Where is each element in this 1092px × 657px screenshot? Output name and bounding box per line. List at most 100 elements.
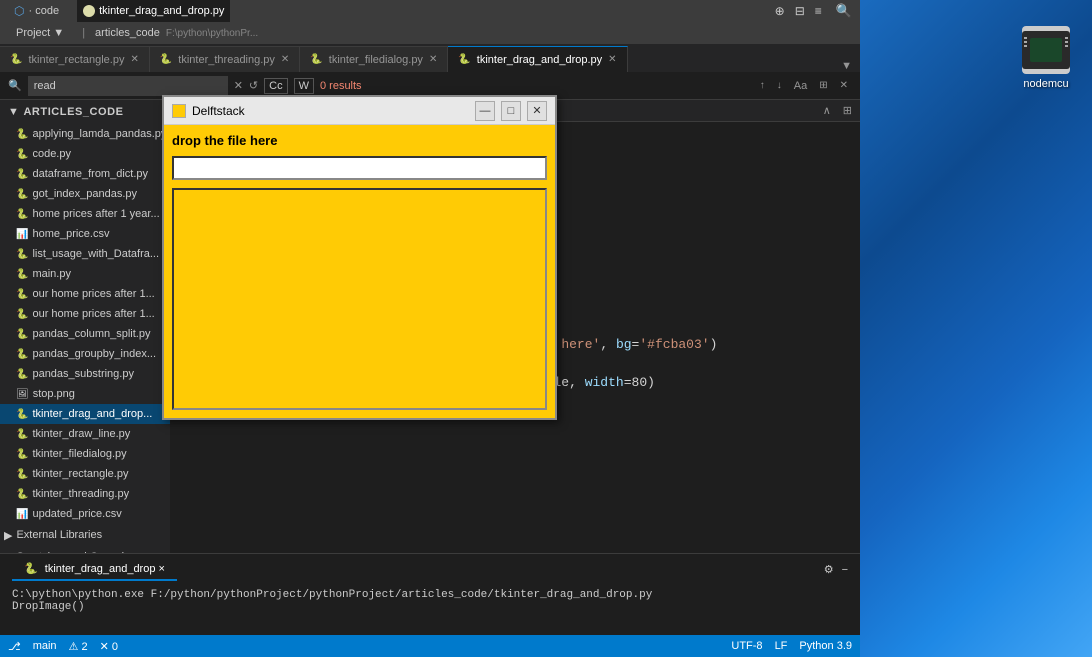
terminal-tab-label: tkinter_drag_and_drop × <box>45 563 165 575</box>
csv-file-icon-2: 📊 <box>16 509 28 520</box>
git-icon: ⎇ <box>8 640 21 653</box>
search-clear-icon[interactable]: ✕ <box>234 79 243 92</box>
sidebar-item-tkinter-drag[interactable]: 🐍 tkinter_drag_and_drop... <box>0 404 170 424</box>
sidebar-item-label-15: tkinter_draw_line.py <box>32 428 130 440</box>
whole-word-btn[interactable]: W <box>294 78 314 94</box>
menu-project[interactable]: Project ▼ <box>8 25 72 41</box>
sidebar-item-our-home-2[interactable]: 🐍 our home prices after 1... <box>0 304 170 324</box>
chip-pin-1 <box>1024 37 1027 39</box>
nodemcu-desktop-icon[interactable]: nodemcu <box>1016 20 1076 96</box>
search-close-btn[interactable]: ✕ <box>836 78 852 94</box>
desktop-icon-label: nodemcu <box>1023 78 1068 90</box>
tk-minimize-btn[interactable]: — <box>475 101 495 121</box>
search-prev-btn[interactable]: ↑ <box>756 78 769 94</box>
options-icon[interactable]: ≡ <box>815 4 822 18</box>
tab-close-drag-drop[interactable]: ✕ <box>608 54 616 65</box>
window-controls: ⊕ ⊟ ≡ 🔍 <box>775 3 852 19</box>
sidebar-item-label-18: tkinter_threading.py <box>32 488 129 500</box>
sidebar-item-label-5: home_price.csv <box>32 228 109 240</box>
sidebar-item-code[interactable]: 🐍 code.py <box>0 144 170 164</box>
py-file-icon-5: 🐍 <box>16 209 28 220</box>
py-file-icon-7: 🐍 <box>16 269 28 280</box>
terminal-content: C:\python\python.exe F:/python/pythonPro… <box>0 585 860 635</box>
sidebar-item-tkinter-rect[interactable]: 🐍 tkinter_rectangle.py <box>0 464 170 484</box>
sidebar-item-tkinter-file[interactable]: 🐍 tkinter_filedialog.py <box>0 444 170 464</box>
global-search-icon[interactable]: 🔍 <box>836 3 852 19</box>
app-title-tab[interactable]: ⬡ · code <box>8 0 65 22</box>
sidebar-item-home-price-csv[interactable]: 📊 home_price.csv <box>0 224 170 244</box>
tk-close-btn[interactable]: ✕ <box>527 101 547 121</box>
tk-title-bar: Delftstack — □ ✕ <box>164 97 555 125</box>
sidebar-item-label-0: applying_lamda_pandas.py <box>32 128 166 140</box>
sidebar-item-label-14: tkinter_drag_and_drop... <box>32 408 152 420</box>
search-match-case-btn[interactable]: Aa <box>790 78 811 94</box>
title-bar: ⬡ · code tkinter_drag_and_drop.py ⊕ ⊟ ≡ … <box>0 0 860 22</box>
tab-close-rectangle[interactable]: ✕ <box>130 54 138 65</box>
sidebar-item-dataframe[interactable]: 🐍 dataframe_from_dict.py <box>0 164 170 184</box>
terminal-tab-drag-drop[interactable]: 🐍 tkinter_drag_and_drop × <box>12 558 177 581</box>
search-refresh-icon[interactable]: ↺ <box>249 79 258 92</box>
sidebar-item-main[interactable]: 🐍 main.py <box>0 264 170 284</box>
tabs-overflow-icon[interactable]: ▼ <box>841 60 860 72</box>
sidebar-item-pandas-col[interactable]: 🐍 pandas_column_split.py <box>0 324 170 344</box>
search-input[interactable] <box>28 76 228 96</box>
sidebar-item-tkinter-draw[interactable]: 🐍 tkinter_draw_line.py <box>0 424 170 444</box>
py-file-icon-15: 🐍 <box>16 429 28 440</box>
sidebar-item-tkinter-thread[interactable]: 🐍 tkinter_threading.py <box>0 484 170 504</box>
tab-tkinter-drag-drop[interactable]: 🐍 tkinter_drag_and_drop.py ✕ <box>448 46 627 72</box>
sidebar-item-label-12: pandas_substring.py <box>32 368 134 380</box>
tab-tkinter-threading[interactable]: 🐍 tkinter_threading.py ✕ <box>150 46 300 72</box>
sidebar-item-label-11: pandas_groupby_index... <box>32 348 156 360</box>
sidebar-collapse-icon[interactable]: ▼ <box>8 106 19 118</box>
tab-label-rectangle: tkinter_rectangle.py <box>28 54 124 66</box>
file-title-tab[interactable]: tkinter_drag_and_drop.py <box>77 0 230 22</box>
sidebar-item-label-8: our home prices after 1... <box>32 288 154 300</box>
tab-label-filedialog: tkinter_filedialog.py <box>329 54 423 66</box>
csv-file-icon-1: 📊 <box>16 229 28 240</box>
py-file-icon-2: 🐍 <box>16 149 28 160</box>
new-tab-icon[interactable]: ⊕ <box>775 4 785 18</box>
filter-icon[interactable]: ⊞ <box>843 104 852 117</box>
sidebar-project-label: ARTICLES_CODE <box>23 106 123 118</box>
case-sensitive-btn[interactable]: Cc <box>264 78 287 94</box>
terminal-command: C:\python\python.exe F:/python/pythonPro… <box>12 589 652 601</box>
tk-entry-box[interactable] <box>172 156 547 180</box>
tab-close-threading[interactable]: ✕ <box>281 54 289 65</box>
sidebar-item-pandas-sub[interactable]: 🐍 pandas_substring.py <box>0 364 170 384</box>
sidebar-item-our-home-1[interactable]: 🐍 our home prices after 1... <box>0 284 170 304</box>
png-file-icon: 🖼 <box>16 389 29 400</box>
py-file-icon-6: 🐍 <box>16 249 28 260</box>
sidebar-item-updated-price[interactable]: 📊 updated_price.csv <box>0 504 170 524</box>
search-next-btn[interactable]: ↓ <box>773 78 786 94</box>
py-file-icon-12: 🐍 <box>16 369 28 380</box>
terminal-minus-icon[interactable]: − <box>842 564 848 576</box>
sidebar-item-label-3: got_index_pandas.py <box>32 188 137 200</box>
py-file-icon-8: 🐍 <box>16 289 28 300</box>
file-tabs-bar: 🐍 tkinter_rectangle.py ✕ 🐍 tkinter_threa… <box>0 44 860 72</box>
terminal-dropdown-label: DropImage() <box>12 601 85 613</box>
sidebar-item-pandas-group[interactable]: 🐍 pandas_groupby_index... <box>0 344 170 364</box>
tab-tkinter-rectangle[interactable]: 🐍 tkinter_rectangle.py ✕ <box>0 46 150 72</box>
sidebar-item-list-usage[interactable]: 🐍 list_usage_with_Datafra... <box>0 244 170 264</box>
collapse-icon[interactable]: ∧ <box>823 104 831 117</box>
sidebar-item-got-index[interactable]: 🐍 got_index_pandas.py <box>0 184 170 204</box>
sidebar-group-external[interactable]: ▶ External Libraries <box>0 524 170 546</box>
search-icon: 🔍 <box>8 79 22 92</box>
encoding-label: UTF-8 <box>731 640 762 652</box>
menu-bar: Project ▼ | articles_code F:\python\pyth… <box>0 22 860 44</box>
search-filter-btn[interactable]: ⊞ <box>815 78 831 94</box>
sidebar-item-stop-png[interactable]: 🖼 stop.png <box>0 384 170 404</box>
sidebar-item-applying-lamda[interactable]: 🐍 applying_lamda_pandas.py <box>0 124 170 144</box>
py-file-icon-3: 🐍 <box>16 169 28 180</box>
split-icon[interactable]: ⊟ <box>795 4 805 18</box>
sidebar-item-home-prices[interactable]: 🐍 home prices after 1 year... <box>0 204 170 224</box>
line-ending-label: LF <box>775 640 788 652</box>
tab-close-filedialog[interactable]: ✕ <box>429 54 437 65</box>
chip-pin-5 <box>1065 41 1068 43</box>
tk-text-area[interactable] <box>172 188 547 410</box>
py-file-icon-10: 🐍 <box>16 329 28 340</box>
tk-maximize-btn[interactable]: □ <box>501 101 521 121</box>
sidebar-group-scratches[interactable]: ▶ Scratches and Consoles <box>0 546 170 553</box>
terminal-gear-icon[interactable]: ⚙ <box>824 563 834 576</box>
tab-tkinter-filedialog[interactable]: 🐍 tkinter_filedialog.py ✕ <box>300 46 448 72</box>
